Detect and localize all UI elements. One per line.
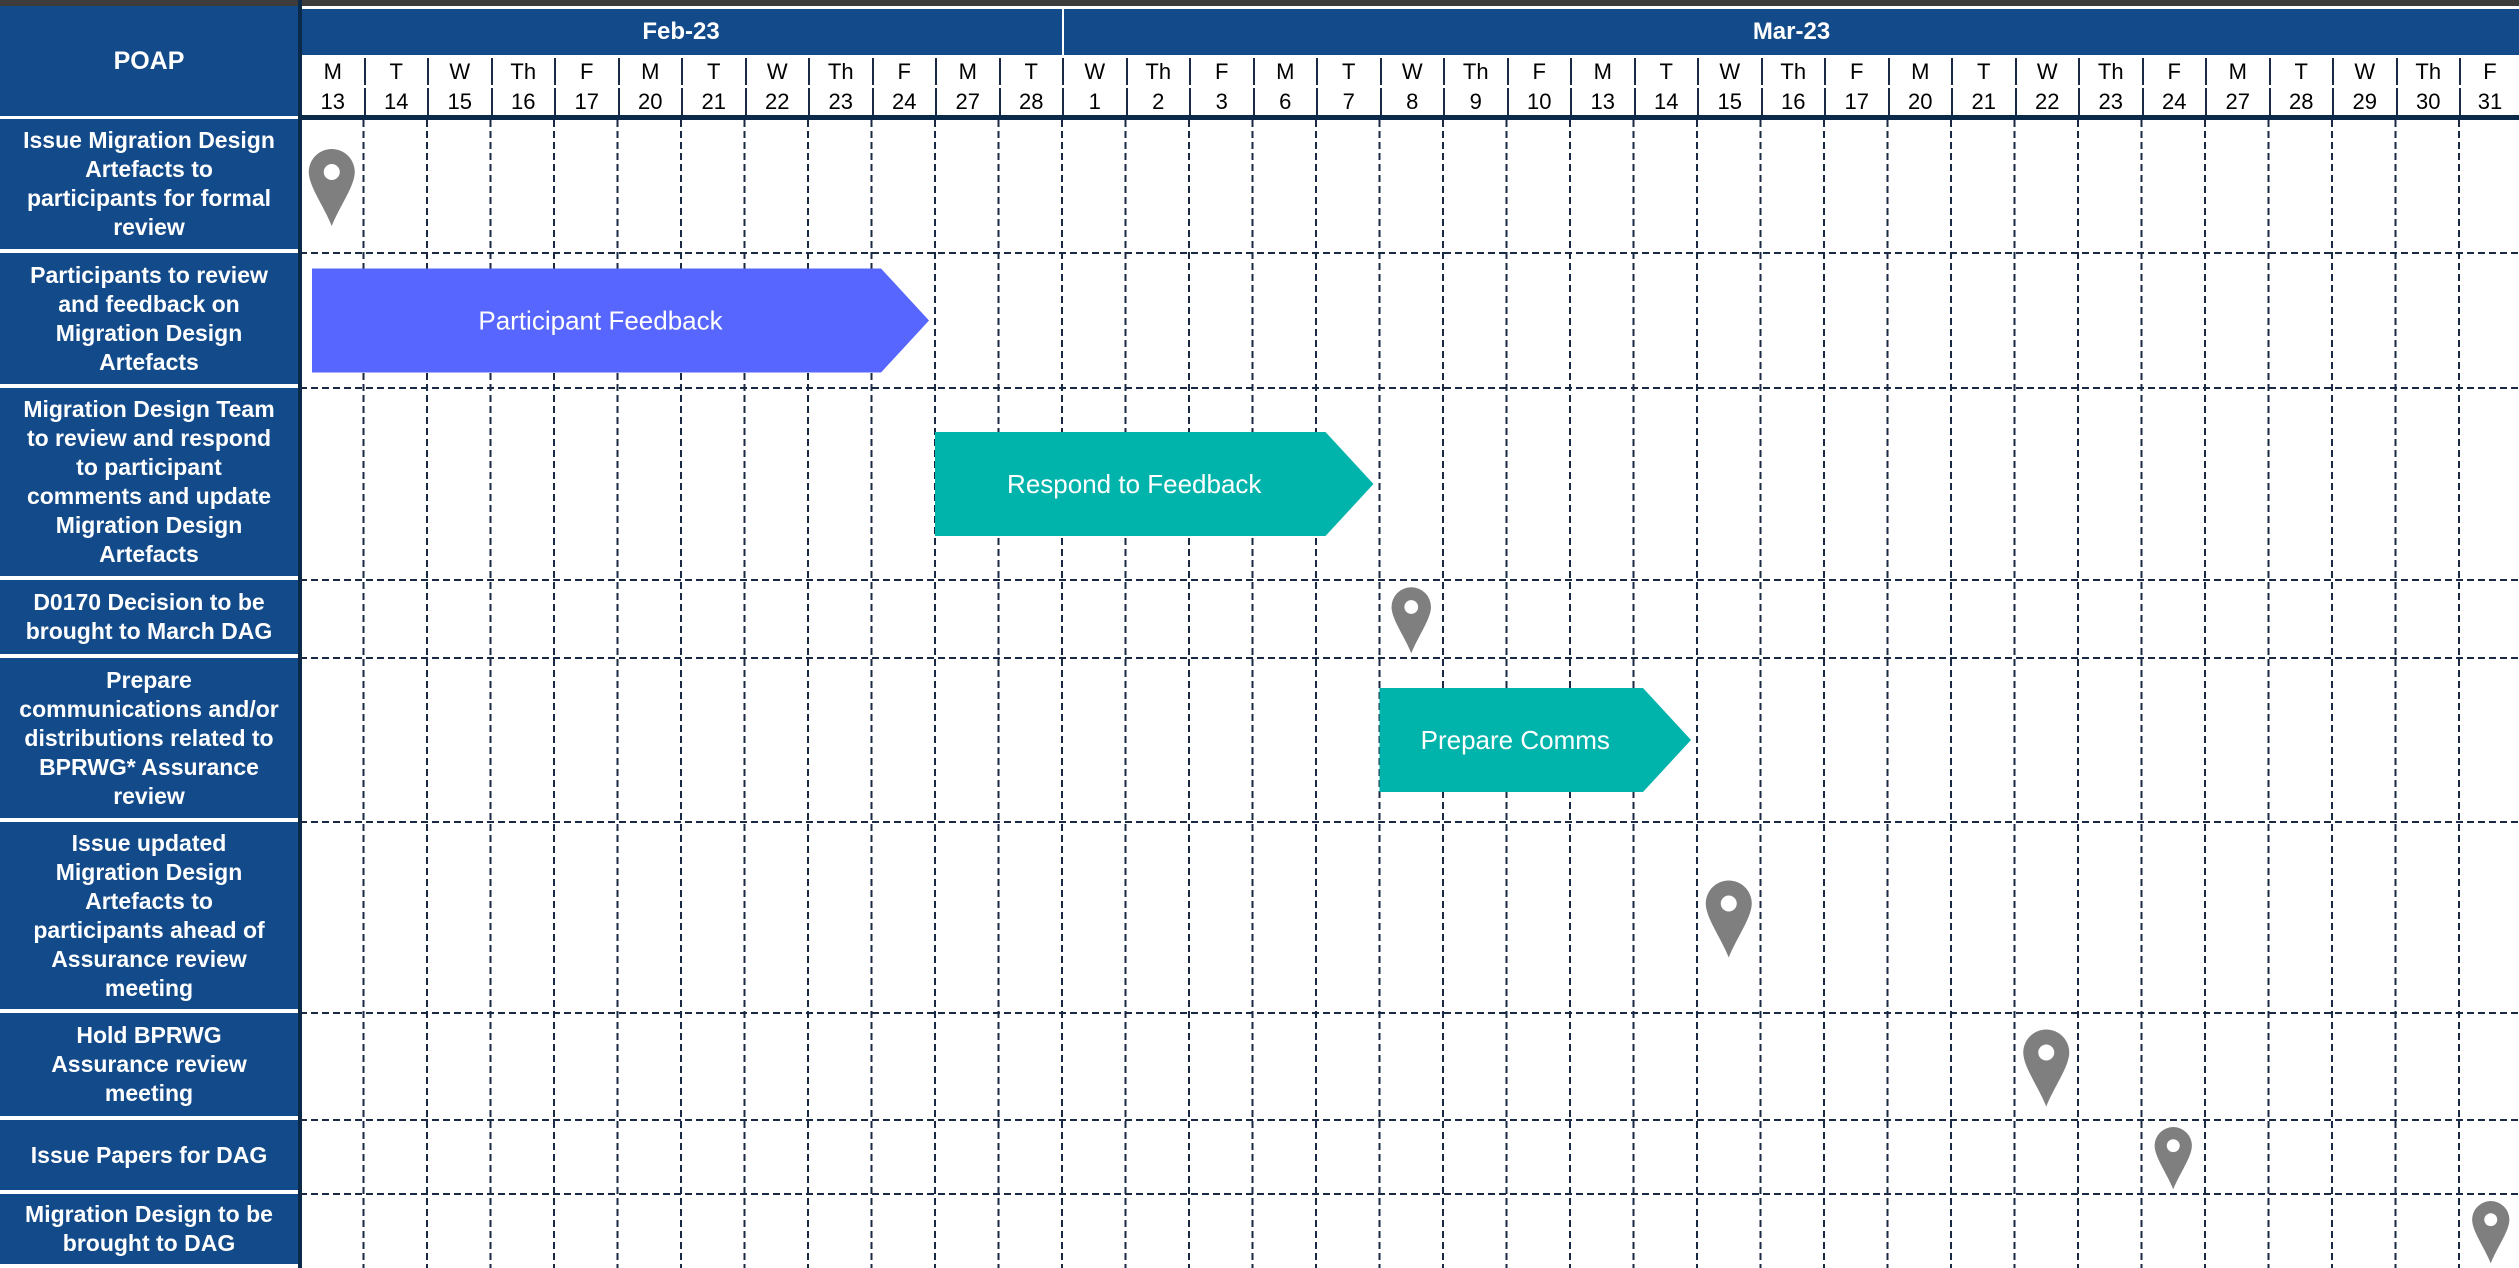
task-bar: Respond to Feedback	[935, 432, 1374, 536]
map-pin-hole	[2484, 1213, 2498, 1227]
task-label: Participants to review and feedback on M…	[0, 253, 298, 388]
map-pin-icon	[2154, 1127, 2192, 1190]
task-label: Issue Papers for DAG	[0, 1120, 298, 1194]
gantt-page: POAP Feb-23 Mar-23 M 13 T 14 W 15 Th 16 F 17 M 20 T 21…	[0, 0, 2519, 1268]
task-label: Migration Design to be brought to DAG	[0, 1194, 298, 1268]
map-pin-icon	[1391, 587, 1431, 654]
task-label: Prepare communications and/or distributi…	[0, 658, 298, 822]
task-bar-label: Respond to Feedback	[1007, 469, 1262, 499]
task-bar-label: Prepare Comms	[1421, 725, 1610, 755]
map-pin-hole	[323, 164, 340, 180]
task-bar: Participant Feedback	[312, 268, 929, 373]
task-label: Issue updated Migration Design Artefacts…	[0, 822, 298, 1013]
task-bar-label: Participant Feedback	[478, 306, 723, 336]
schedule-grid: Participant Feedback Respond to Feedback P…	[300, 120, 2519, 1268]
map-pin-icon	[2472, 1201, 2510, 1264]
task-label: Hold BPRWG Assurance review meeting	[0, 1013, 298, 1120]
map-pin-hole	[1404, 600, 1419, 614]
task-label: D0170 Decision to be brought to March DA…	[0, 580, 298, 658]
map-pin-icon	[308, 149, 355, 226]
map-pin-hole	[2166, 1139, 2180, 1153]
map-pin-icon	[1705, 880, 1752, 958]
task-bar: Prepare Comms	[1379, 688, 1691, 792]
task-label: Migration Design Team to review and resp…	[0, 388, 298, 580]
map-pin-hole	[1720, 895, 1737, 912]
map-pin-hole	[2038, 1044, 2055, 1061]
task-label: Issue Migration Design Artefacts to part…	[0, 119, 298, 253]
map-pin-icon	[2023, 1029, 2070, 1107]
